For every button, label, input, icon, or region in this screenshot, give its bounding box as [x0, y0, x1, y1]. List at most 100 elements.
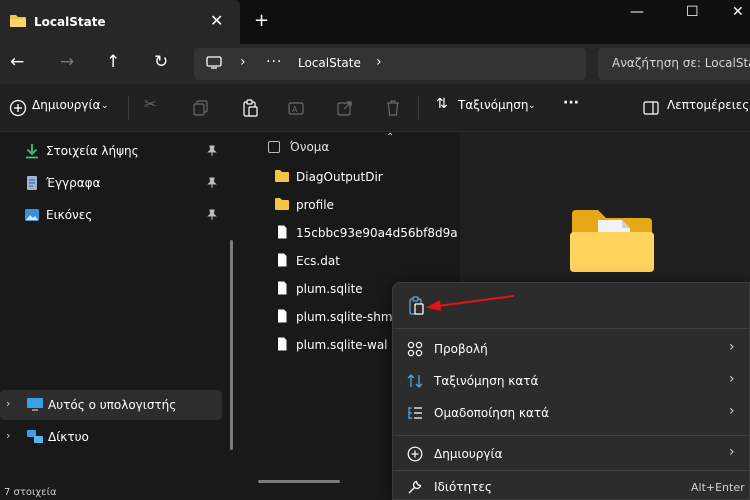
chevron-right-icon[interactable]: › [6, 429, 10, 442]
chevron-down-icon[interactable]: ⌄ [528, 101, 536, 111]
menu-item-label: Δημιουργία [434, 447, 503, 461]
sidebar-item-this-pc[interactable]: › Αυτός ο υπολογιστής [0, 390, 222, 420]
divider [418, 96, 419, 120]
file-name: plum.sqlite [296, 282, 363, 296]
sort-icon: ⇅ [436, 96, 448, 112]
file-icon [278, 337, 287, 351]
up-arrow-icon[interactable]: ↑ [106, 52, 120, 72]
file-name: plum.sqlite-shm [296, 310, 393, 324]
sidebar-item-label: Αυτός ο υπολογιστής [48, 398, 177, 412]
pin-icon[interactable] [206, 145, 218, 157]
item-count: 7 στοιχεία [4, 487, 57, 498]
menu-item-view[interactable]: Προβολή › [393, 333, 750, 365]
menu-item-group-by[interactable]: Ομαδοποίηση κατά › [393, 397, 750, 429]
rename-icon[interactable]: A [288, 99, 306, 117]
folder-icon [10, 15, 26, 27]
file-name: Ecs.dat [296, 254, 340, 268]
divider [128, 96, 129, 120]
more-options-button[interactable]: ··· [563, 95, 579, 111]
scrollbar[interactable] [230, 240, 233, 450]
address-bar[interactable]: › ··· LocalState › [194, 48, 586, 80]
menu-item-label: Ομαδοποίηση κατά [434, 406, 550, 420]
list-item[interactable]: DiagOutputDir [272, 164, 458, 190]
file-name: 15cbbc93e90a4d56bf8d9a29305 [296, 226, 458, 240]
chevron-right-icon[interactable]: › [240, 54, 246, 70]
menu-item-label: Ιδιότητες [434, 480, 492, 494]
computer-icon [27, 398, 43, 411]
tab-close-icon[interactable]: ✕ [210, 11, 223, 30]
new-icon [407, 446, 423, 462]
details-button[interactable]: Λεπτομέρειες [667, 98, 749, 112]
share-icon[interactable] [336, 99, 354, 117]
chevron-right-icon: › [729, 371, 735, 387]
breadcrumb-overflow[interactable]: ··· [266, 54, 282, 70]
sidebar-item-network[interactable]: › Δίκτυο [0, 422, 224, 452]
group-by-icon [408, 407, 422, 419]
back-arrow-icon[interactable]: ← [10, 52, 24, 72]
cut-icon[interactable]: ✂ [144, 95, 157, 113]
navigation-pane: Στοιχεία λήψης Έγγραφα Εικόνες › Αυτός ο… [0, 132, 240, 484]
tab-localstate[interactable]: LocalState ✕ [0, 0, 240, 44]
list-item[interactable]: profile [272, 192, 458, 218]
file-name: DiagOutputDir [296, 170, 383, 184]
chevron-right-icon: › [729, 339, 735, 355]
address-row: ← → ↑ ↻ › ··· LocalState › Αναζήτηση σε:… [0, 44, 750, 84]
sidebar-item-label: Έγγραφα [46, 176, 101, 190]
list-item[interactable]: 15cbbc93e90a4d56bf8d9a29305 [272, 220, 458, 246]
scrollbar[interactable] [258, 480, 340, 483]
sidebar-item-label: Δίκτυο [48, 430, 89, 444]
network-icon [27, 430, 43, 443]
download-icon [26, 144, 38, 159]
new-plus-circle-icon [9, 99, 27, 117]
menu-item-label: Ταξινόμηση κατά [434, 374, 539, 388]
chevron-right-icon[interactable]: › [376, 54, 382, 70]
file-name: profile [296, 198, 334, 212]
file-icon [278, 253, 287, 267]
breadcrumb-localstate[interactable]: LocalState [298, 56, 361, 70]
list-item[interactable]: Ecs.dat [272, 248, 458, 274]
sidebar-item-label: Στοιχεία λήψης [46, 144, 139, 158]
sidebar-item-downloads[interactable]: Στοιχεία λήψης [0, 136, 224, 166]
svg-text:A: A [292, 105, 298, 114]
file-icon [278, 281, 287, 295]
menu-item-shortcut: Alt+Enter [691, 481, 745, 494]
sidebar-item-pictures[interactable]: Εικόνες [0, 200, 224, 230]
forward-arrow-icon[interactable]: → [60, 52, 74, 72]
chevron-right-icon: › [729, 403, 735, 419]
minimize-icon[interactable]: — [630, 4, 644, 20]
chevron-right-icon: › [729, 444, 735, 460]
pin-icon[interactable] [206, 177, 218, 189]
copy-icon[interactable] [192, 99, 210, 117]
sidebar-item-documents[interactable]: Έγγραφα [0, 168, 224, 198]
view-grid-icon [407, 341, 423, 357]
folder-icon [570, 210, 654, 272]
computer-icon [206, 56, 222, 69]
new-button[interactable]: Δημιουργία [32, 98, 100, 112]
paste-icon[interactable] [241, 99, 259, 117]
menu-item-sort-by[interactable]: Ταξινόμηση κατά › [393, 365, 750, 397]
pin-icon[interactable] [206, 209, 218, 221]
sidebar-item-label: Εικόνες [46, 208, 93, 222]
column-header-name[interactable]: Όνομα [290, 140, 329, 154]
search-input[interactable]: Αναζήτηση σε: LocalState [598, 48, 750, 80]
chevron-right-icon[interactable]: › [6, 397, 10, 410]
sort-caret-icon: ⌃ [386, 132, 395, 143]
sort-icon [407, 374, 423, 388]
sort-button[interactable]: Ταξινόμηση [458, 98, 529, 112]
search-placeholder: Αναζήτηση σε: LocalState [612, 56, 750, 70]
file-icon [278, 309, 287, 323]
properties-wrench-icon [408, 480, 422, 494]
maximize-icon[interactable]: ☐ [686, 4, 699, 20]
tab-title: LocalState [34, 15, 106, 29]
close-icon[interactable]: ✕ [732, 4, 744, 20]
menu-item-properties[interactable]: Ιδιότητες Alt+Enter [393, 471, 750, 500]
chevron-down-icon[interactable]: ⌄ [101, 101, 109, 111]
menu-item-label: Προβολή [434, 342, 488, 356]
delete-trash-icon[interactable] [384, 99, 402, 117]
refresh-icon[interactable]: ↻ [154, 52, 168, 72]
pictures-icon [25, 209, 39, 221]
command-bar: Δημιουργία ⌄ ✂ A ⇅ Ταξινόμηση ⌄ ··· Λεπτ… [0, 84, 750, 132]
plus-icon[interactable]: + [254, 10, 269, 31]
menu-item-new[interactable]: Δημιουργία › [393, 438, 750, 470]
select-all-checkbox[interactable] [268, 141, 280, 153]
